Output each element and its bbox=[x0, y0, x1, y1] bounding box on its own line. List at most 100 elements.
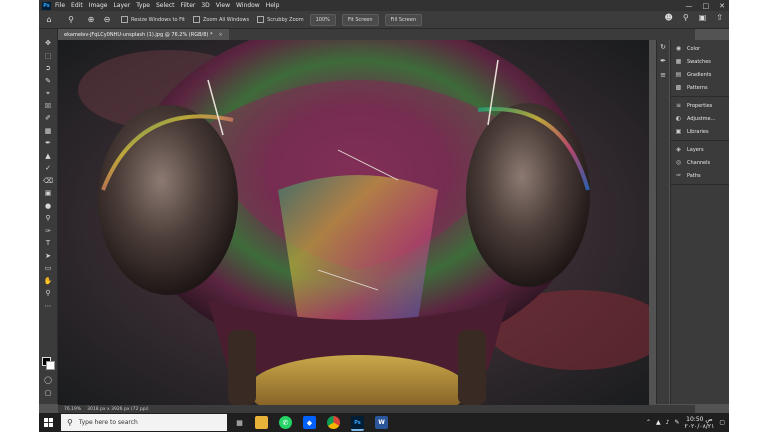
menu-filter[interactable]: Filter bbox=[181, 2, 196, 9]
lasso-tool-icon[interactable]: ➲ bbox=[39, 62, 57, 75]
task-view-icon[interactable]: ▦ bbox=[233, 416, 246, 429]
type-tool-icon[interactable]: T bbox=[39, 237, 57, 250]
screen-mode-icon[interactable]: ▢ bbox=[39, 387, 57, 400]
tray-up-arrow-icon[interactable]: ⌃ bbox=[646, 419, 651, 426]
zoom-out-icon[interactable]: ⊖ bbox=[101, 14, 113, 26]
share-icon[interactable]: ⇧ bbox=[716, 13, 723, 22]
document-canvas[interactable] bbox=[58, 40, 649, 405]
panel-layers[interactable]: ◈ Layers bbox=[671, 143, 729, 156]
workspace-icon[interactable]: ▣ bbox=[699, 13, 707, 22]
dodge-tool-icon[interactable]: ⚲ bbox=[39, 212, 57, 225]
network-icon[interactable]: ▲ bbox=[656, 419, 661, 426]
collapsed-panel-strip: ↻ ✒ ≡ bbox=[656, 40, 669, 404]
panel-swatches-label: Swatches bbox=[687, 58, 711, 65]
zoom-in-icon[interactable]: ⊕ bbox=[85, 14, 97, 26]
file-explorer-icon[interactable] bbox=[255, 416, 268, 429]
status-zoom[interactable]: 76.19% bbox=[64, 407, 81, 412]
panel-properties[interactable]: ≡ Properties bbox=[671, 99, 729, 112]
minimize-icon[interactable]: — bbox=[686, 2, 693, 10]
taskbar-clock[interactable]: 10:50 ص ٢٠٢٠/٠٨/٢١ bbox=[685, 416, 715, 430]
blur-tool-icon[interactable]: ● bbox=[39, 200, 57, 213]
whatsapp-icon[interactable]: ✆ bbox=[279, 416, 292, 429]
panel-gradients-label: Gradients bbox=[687, 71, 712, 78]
clock-date: ٢٠٢٠/٠٨/٢١ bbox=[684, 422, 715, 430]
brush-settings-icon[interactable]: ✒ bbox=[657, 54, 669, 68]
language-icon[interactable]: ✎ bbox=[674, 419, 679, 426]
history-panel-icon[interactable]: ↻ bbox=[657, 40, 669, 54]
marquee-tool-icon[interactable]: ⬚ bbox=[39, 50, 57, 63]
word-icon[interactable]: W bbox=[375, 416, 388, 429]
menu-file[interactable]: File bbox=[55, 2, 65, 9]
photoshop-taskbar-icon[interactable]: Ps bbox=[351, 416, 364, 431]
panel-libraries[interactable]: ▣ Libraries bbox=[671, 125, 729, 138]
panel-paths-label: Paths bbox=[687, 172, 701, 179]
quick-select-tool-icon[interactable]: ✎ bbox=[39, 75, 57, 88]
fill-screen-button[interactable]: Fill Screen bbox=[384, 13, 423, 26]
zoom-all-windows-checkbox[interactable]: Zoom All Windows bbox=[193, 16, 249, 23]
zoom-tool-icon[interactable]: ⚲ bbox=[39, 287, 57, 300]
panel-patterns[interactable]: ▩ Patterns bbox=[671, 81, 729, 94]
clone-stamp-tool-icon[interactable]: ▲ bbox=[39, 150, 57, 163]
panel-patterns-label: Patterns bbox=[687, 84, 708, 91]
background-color-swatch[interactable] bbox=[46, 361, 55, 370]
gradient-tool-icon[interactable]: ▣ bbox=[39, 187, 57, 200]
dropbox-icon[interactable]: ◆ bbox=[303, 416, 316, 429]
history-brush-tool-icon[interactable]: ✓ bbox=[39, 162, 57, 175]
document-tab-title: ekamelev-jFqLCy0NHU-unsplash (1).jpg @ 7… bbox=[64, 31, 213, 38]
notifications-icon[interactable]: ▢ bbox=[719, 419, 725, 426]
pen-tool-icon[interactable]: ✑ bbox=[39, 225, 57, 238]
user-icon[interactable]: ☻ bbox=[665, 13, 673, 22]
search-icon: ⚲ bbox=[67, 418, 73, 427]
panel-adjustments[interactable]: ◐ Adjustme... bbox=[671, 112, 729, 125]
zoom-100-button[interactable]: 100% bbox=[309, 13, 336, 26]
hand-tool-icon[interactable]: ✋ bbox=[39, 275, 57, 288]
move-tool-icon[interactable]: ✥ bbox=[39, 37, 57, 50]
menu-type[interactable]: Type bbox=[136, 2, 150, 9]
close-tab-icon[interactable]: × bbox=[218, 32, 222, 38]
frame-tool-icon[interactable]: ☒ bbox=[39, 100, 57, 113]
more-tools-icon[interactable]: ⋯ bbox=[39, 300, 57, 313]
rectangle-tool-icon[interactable]: ▭ bbox=[39, 262, 57, 275]
path-selection-tool-icon[interactable]: ➤ bbox=[39, 250, 57, 263]
panel-color[interactable]: ◉ Color bbox=[671, 42, 729, 55]
panels-dock: ◉ Color ▦ Swatches ▤ Gradients ▩ Pattern… bbox=[670, 40, 729, 404]
panel-paths[interactable]: ✑ Paths bbox=[671, 169, 729, 182]
menu-window[interactable]: Window bbox=[236, 2, 260, 9]
eyedropper-tool-icon[interactable]: ✐ bbox=[39, 112, 57, 125]
panel-swatches[interactable]: ▦ Swatches bbox=[671, 55, 729, 68]
brush-tool-icon[interactable]: ✒ bbox=[39, 137, 57, 150]
layers-icon: ◈ bbox=[676, 146, 681, 153]
scrubby-zoom-checkbox[interactable]: Scrubby Zoom bbox=[257, 16, 304, 23]
menu-layer[interactable]: Layer bbox=[113, 2, 130, 9]
crop-tool-icon[interactable]: ⌖ bbox=[39, 87, 57, 100]
zoom-tool-preset-icon[interactable]: ⚲ bbox=[65, 14, 77, 26]
home-icon[interactable]: ⌂ bbox=[43, 14, 55, 26]
maximize-icon[interactable]: □ bbox=[703, 2, 710, 10]
chrome-icon[interactable] bbox=[327, 416, 340, 429]
adjust-sliders-icon[interactable]: ≡ bbox=[657, 68, 669, 82]
menu-3d[interactable]: 3D bbox=[201, 2, 209, 9]
taskbar-search-placeholder: Type here to search bbox=[78, 419, 138, 426]
document-tab[interactable]: ekamelev-jFqLCy0NHU-unsplash (1).jpg @ 7… bbox=[58, 29, 229, 40]
menu-view[interactable]: View bbox=[216, 2, 230, 9]
menu-select[interactable]: Select bbox=[156, 2, 175, 9]
quick-mask-icon[interactable]: ◯ bbox=[39, 374, 57, 387]
fit-screen-button[interactable]: Fit Screen bbox=[341, 13, 379, 26]
panel-channels[interactable]: ◎ Channels bbox=[671, 156, 729, 169]
clock-time: 10:50 ص bbox=[686, 415, 713, 423]
menu-image[interactable]: Image bbox=[89, 2, 108, 9]
healing-brush-tool-icon[interactable]: ▦ bbox=[39, 125, 57, 138]
eraser-tool-icon[interactable]: ⌫ bbox=[39, 175, 57, 188]
windows-start-button[interactable] bbox=[39, 413, 57, 432]
menu-help[interactable]: Help bbox=[266, 2, 280, 9]
gradient-icon: ▤ bbox=[675, 71, 682, 78]
close-icon[interactable]: ✕ bbox=[719, 2, 725, 10]
taskbar-search-box[interactable]: ⚲ Type here to search bbox=[61, 414, 227, 431]
search-icon[interactable]: ⚲ bbox=[683, 13, 689, 22]
volume-icon[interactable]: ♪ bbox=[666, 419, 670, 426]
resize-windows-checkbox[interactable]: Resize Windows to Fit bbox=[121, 16, 185, 23]
menu-edit[interactable]: Edit bbox=[71, 2, 83, 9]
color-wheel-icon: ◉ bbox=[675, 45, 682, 52]
panel-gradients[interactable]: ▤ Gradients bbox=[671, 68, 729, 81]
tools-panel: ✥ ⬚ ➲ ✎ ⌖ ☒ ✐ ▦ ✒ ▲ ✓ ⌫ ▣ ● ⚲ ✑ T ➤ ▭ ✋ … bbox=[39, 29, 58, 404]
